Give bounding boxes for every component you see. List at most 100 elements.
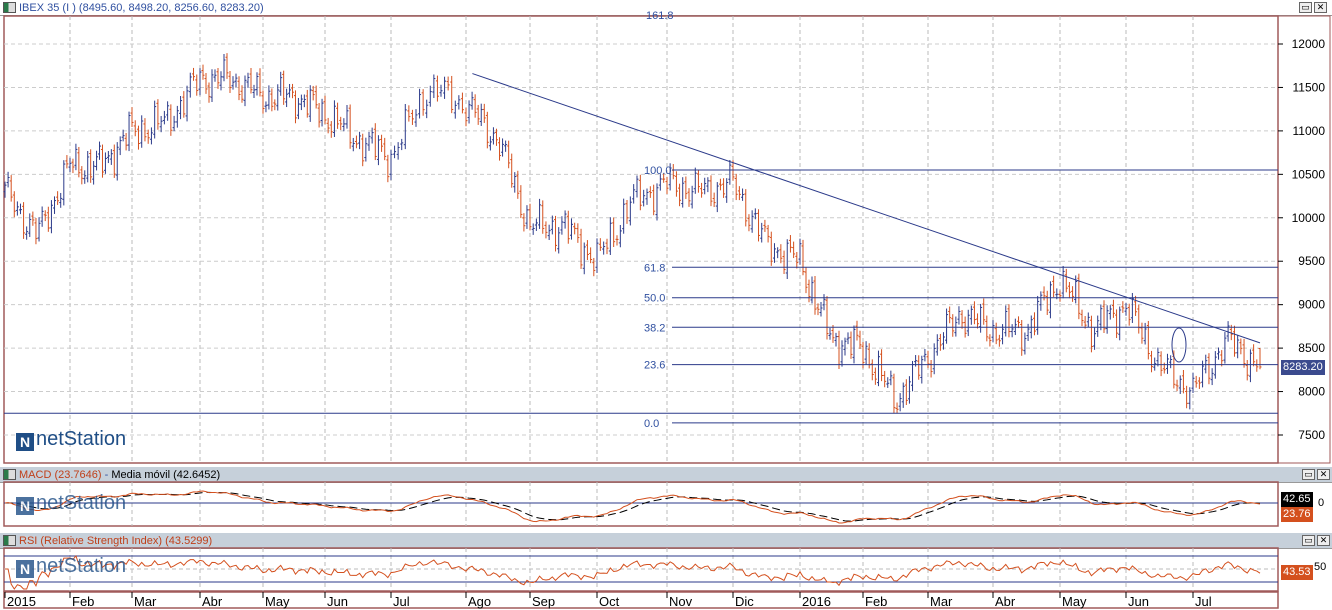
price-bar (1042, 286, 1046, 301)
price-bar (929, 359, 933, 378)
price-bar (734, 173, 738, 201)
price-bar (149, 127, 153, 145)
price-bar (1108, 305, 1112, 320)
price-bar (130, 107, 134, 127)
price-bar (95, 150, 99, 171)
price-bar (608, 217, 612, 255)
price-bar (317, 103, 321, 128)
price-bar (1169, 355, 1173, 369)
price-bar (507, 140, 511, 169)
price-bar (628, 196, 632, 226)
price-bar (904, 379, 908, 406)
price-bar (383, 137, 387, 161)
price-bar (1080, 309, 1084, 327)
price-bar (855, 320, 859, 341)
time-tick-label: Jun (1128, 594, 1149, 609)
price-bar (1236, 334, 1240, 359)
price-tick-label: 11000 (1293, 124, 1326, 138)
price-bar (1127, 303, 1131, 326)
price-bar (895, 402, 899, 414)
price-bar (960, 310, 964, 329)
price-bar (1191, 372, 1195, 394)
price-bar (435, 75, 439, 102)
price-bar (109, 149, 113, 165)
rsi-line (5, 554, 1261, 590)
price-bar (1052, 275, 1056, 298)
price-bar (276, 84, 280, 111)
price-bar (348, 104, 352, 149)
price-bar (479, 103, 483, 126)
price-bar (1017, 316, 1021, 329)
price-bar (1023, 332, 1027, 355)
price-bar (625, 200, 629, 224)
price-bar (718, 178, 722, 191)
time-tick-label: Jul (1195, 594, 1212, 609)
time-axis-frame (3, 591, 1279, 609)
price-bar (516, 170, 520, 199)
price-bar (582, 242, 586, 275)
price-bar (966, 309, 970, 337)
price-bar (795, 252, 799, 269)
price-bar (804, 267, 808, 294)
price-bar (302, 94, 306, 108)
price-bar (43, 210, 47, 222)
price-bar (121, 129, 125, 142)
price-bar (1115, 309, 1119, 339)
price-bar (143, 118, 147, 142)
price-bar (234, 73, 238, 88)
price-bar (792, 241, 796, 259)
fib-label: 50.0 (644, 293, 665, 305)
price-bar (470, 91, 474, 110)
price-bar (550, 215, 554, 235)
price-bar (225, 53, 229, 79)
price-bar (386, 154, 390, 183)
price-bar (948, 306, 952, 324)
price-bar (612, 217, 616, 248)
rsi-watermark-logo: NnetStation (16, 555, 126, 578)
price-bar (816, 303, 820, 316)
price-bar (728, 160, 732, 185)
price-tick-label: 9500 (1298, 254, 1325, 268)
macd-signal-label: 42.65 (1281, 492, 1313, 507)
price-bar (932, 343, 936, 375)
price-bar (837, 330, 841, 370)
price-bar (766, 224, 770, 243)
price-bar (140, 115, 144, 148)
price-bar (166, 101, 170, 121)
watermark-logo: NnetStation (16, 428, 126, 451)
price-bar (757, 209, 761, 242)
price-bar (485, 111, 489, 149)
price-bar (573, 222, 577, 235)
price-bar (501, 138, 505, 157)
price-bar (1111, 299, 1115, 318)
price-bar (175, 105, 179, 128)
price-bar (737, 186, 741, 201)
price-bar (547, 224, 551, 241)
price-bar (706, 177, 710, 193)
price-bar (1255, 359, 1259, 372)
price-bar (162, 110, 166, 125)
price-bar (883, 370, 887, 388)
price-bar (172, 115, 176, 132)
price-bar (460, 92, 464, 114)
price-bar (169, 104, 173, 136)
macd-plot-frame (3, 481, 1279, 527)
price-bar (1143, 322, 1147, 345)
fib-label: 23.6 (644, 360, 665, 372)
price-bar (598, 238, 602, 251)
price-bar (1121, 301, 1125, 313)
price-bar (1118, 306, 1122, 341)
price-tick-label: 8500 (1298, 341, 1325, 355)
price-bar (534, 218, 538, 231)
price-bar (889, 370, 893, 386)
price-bar (332, 100, 336, 137)
price-bar (776, 247, 780, 259)
price-bar (216, 68, 220, 89)
price-bar (192, 67, 196, 81)
price-bar (296, 97, 300, 120)
price-bar (513, 172, 517, 193)
price-bar (898, 393, 902, 412)
price-bar (528, 203, 532, 231)
price-bar (34, 218, 38, 245)
price-bar (585, 240, 589, 261)
